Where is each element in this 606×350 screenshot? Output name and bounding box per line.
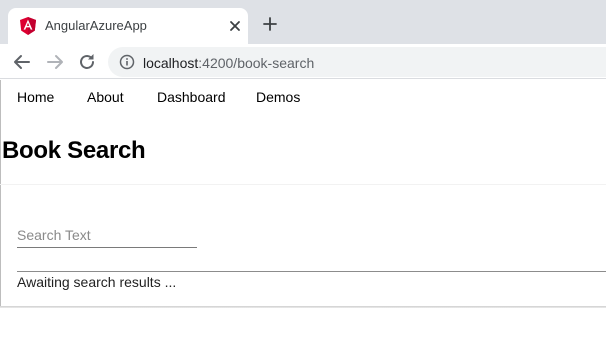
info-icon[interactable] [119, 54, 135, 70]
card-border [0, 80, 1, 307]
plus-icon[interactable] [260, 14, 280, 34]
page-content: Home About Dashboard Demos Book Search A… [0, 80, 606, 350]
forward-arrow-icon[interactable] [43, 50, 67, 74]
page-title: Book Search [2, 137, 146, 164]
app-nav: Home About Dashboard Demos [0, 80, 606, 114]
nav-link-demos[interactable]: Demos [256, 89, 300, 105]
url-host: localhost [143, 55, 199, 71]
nav-link-home[interactable]: Home [17, 89, 54, 105]
back-arrow-icon[interactable] [10, 50, 34, 74]
reload-icon[interactable] [75, 50, 99, 74]
nav-link-about[interactable]: About [87, 89, 124, 105]
nav-link-dashboard[interactable]: Dashboard [157, 89, 226, 105]
browser-toolbar: localhost:4200/book-search [0, 44, 606, 79]
search-input[interactable] [17, 220, 197, 248]
close-icon[interactable] [226, 17, 244, 35]
divider [0, 184, 606, 185]
search-status: Awaiting search results ... [17, 274, 177, 290]
tab-title: AngularAzureApp [45, 18, 147, 33]
results-divider [17, 271, 606, 272]
address-bar[interactable]: localhost:4200/book-search [108, 47, 606, 77]
url-text: localhost:4200/book-search [143, 55, 314, 71]
card-shadow [0, 306, 606, 308]
url-path: :4200/book-search [198, 55, 315, 71]
angular-logo-icon [20, 17, 36, 35]
browser-tab[interactable]: AngularAzureApp [8, 8, 248, 44]
browser-tabstrip: AngularAzureApp [0, 0, 606, 44]
